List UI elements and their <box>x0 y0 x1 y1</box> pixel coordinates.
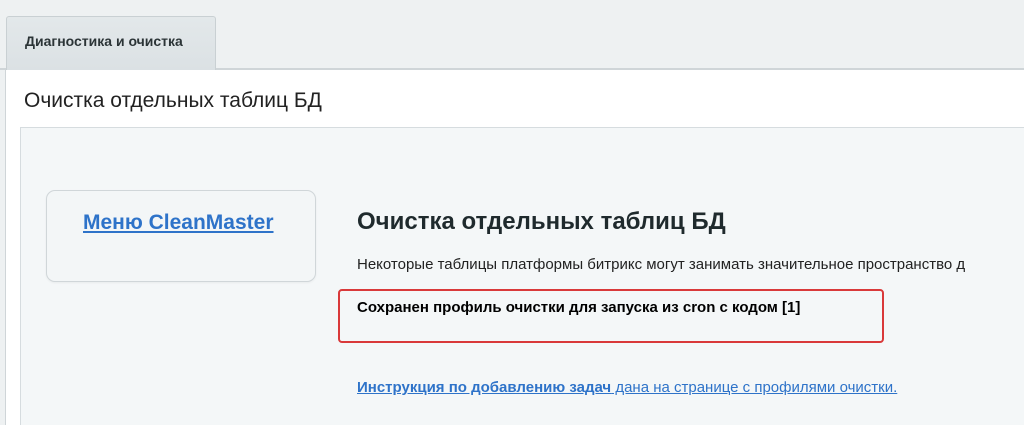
tab-bar: Диагностика и очистка <box>0 0 1024 70</box>
instruction-line: Инструкция по добавлению задач дана на с… <box>357 379 897 396</box>
instruction-link[interactable]: Инструкция по добавлению задач <box>357 379 611 396</box>
tab-label: Диагностика и очистка <box>25 33 183 49</box>
description-text: Некоторые таблицы платформы битрикс могу… <box>357 256 966 273</box>
instruction-rest-link[interactable]: дана на странице с профилями очистки. <box>611 379 897 396</box>
inner-panel: Меню CleanMaster Очистка отдельных табли… <box>20 127 1024 425</box>
page: Диагностика и очистка Очистка отдельных … <box>0 0 1024 425</box>
section-heading: Очистка отдельных таблиц БД <box>357 208 726 235</box>
notice-text: Сохранен профиль очистки для запуска из … <box>357 299 801 316</box>
menu-cleanmaster-link[interactable]: Меню CleanMaster <box>83 211 274 235</box>
menu-box: Меню CleanMaster <box>46 190 316 282</box>
tab-diagnostics[interactable]: Диагностика и очистка <box>6 16 216 70</box>
notice-box: Сохранен профиль очистки для запуска из … <box>338 289 884 343</box>
content-panel: Очистка отдельных таблиц БД Меню CleanMa… <box>5 70 1024 425</box>
page-title: Очистка отдельных таблиц БД <box>24 89 322 112</box>
